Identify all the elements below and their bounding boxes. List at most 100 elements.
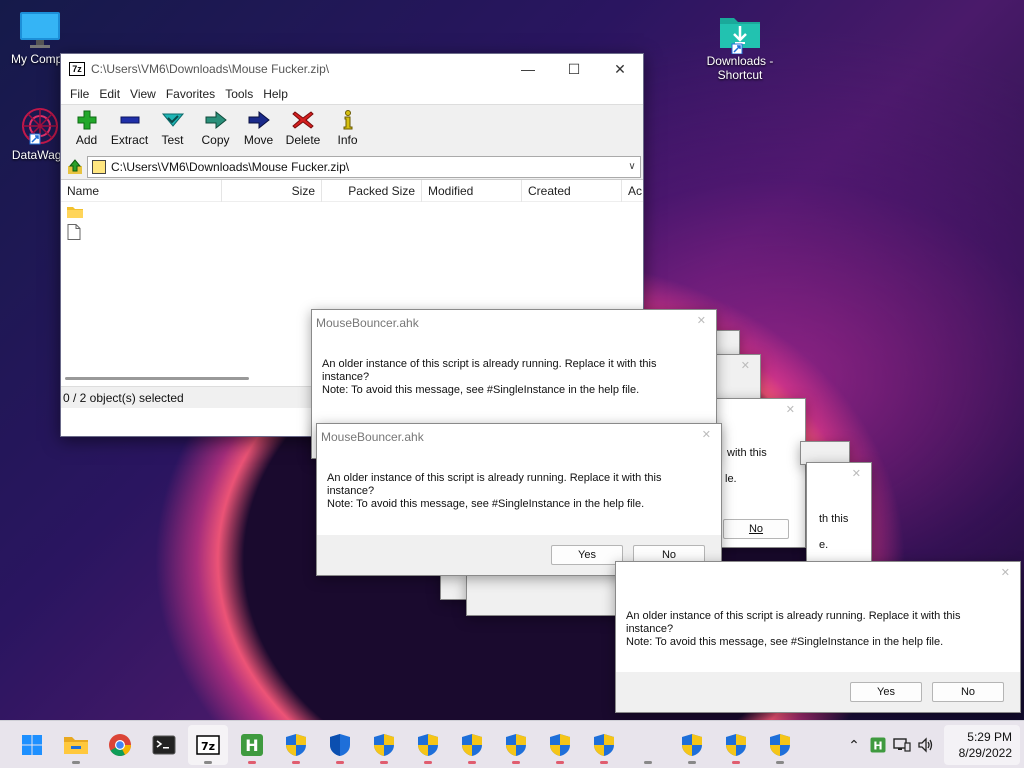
sevenzip-icon: 7z — [196, 734, 220, 755]
address-bar: C:\Users\VM6\Downloads\Mouse Fucker.zip\… — [61, 154, 643, 180]
desktop-icon-downloads-shortcut[interactable]: Downloads - Shortcut — [700, 12, 780, 82]
delete-icon — [292, 111, 314, 129]
close-icon[interactable]: ✕ — [1001, 566, 1010, 579]
svg-text:7z: 7z — [201, 740, 215, 753]
copy-button[interactable]: Copy — [194, 105, 237, 153]
column-modified[interactable]: Modified — [422, 179, 522, 202]
uac-shield-icon — [374, 733, 394, 756]
window-title: C:\Users\VM6\Downloads\Mouse Fucker.zip\ — [91, 62, 330, 76]
taskbar-uac-prompt[interactable] — [452, 725, 492, 765]
move-icon — [248, 110, 270, 130]
svg-text:H: H — [873, 740, 882, 753]
close-icon[interactable]: ✕ — [741, 359, 750, 372]
test-button[interactable]: Test — [151, 105, 194, 153]
taskbar-security-shield[interactable] — [320, 725, 360, 765]
desktop-icon-label: Downloads - Shortcut — [706, 54, 774, 82]
menu-file[interactable]: File — [65, 87, 94, 101]
taskbar-7zip[interactable]: 7z — [188, 724, 228, 765]
windows-logo-icon — [22, 734, 42, 755]
menu-help[interactable]: Help — [258, 87, 293, 101]
downloads-folder-icon — [718, 12, 762, 55]
dialog-footer: Yes No — [616, 672, 1020, 712]
autohotkey-icon: H — [241, 733, 263, 756]
extract-button[interactable]: Extract — [108, 105, 151, 153]
path-combobox[interactable]: C:\Users\VM6\Downloads\Mouse Fucker.zip\… — [87, 155, 641, 178]
clock-time: 5:29 PM — [967, 730, 1012, 744]
taskbar-uac-prompt[interactable] — [496, 725, 536, 765]
taskbar-uac-prompt[interactable] — [672, 725, 712, 765]
uac-shield-icon — [418, 733, 438, 756]
taskbar-autohotkey[interactable]: H — [232, 725, 272, 765]
taskbar-uac-prompt[interactable] — [760, 725, 800, 765]
close-button[interactable]: ✕ — [597, 54, 643, 84]
dialog-partial-text: with this — [727, 447, 767, 459]
column-accessed[interactable]: Ac — [622, 180, 643, 202]
defender-shield-icon — [330, 733, 350, 756]
taskbar-uac-prompt[interactable] — [716, 725, 756, 765]
delete-button[interactable]: Delete — [280, 105, 326, 153]
copy-icon — [205, 110, 227, 130]
uac-shield-icon — [770, 733, 790, 756]
uac-shield-icon — [726, 733, 746, 756]
dialog-title: MouseBouncer.ahk — [321, 430, 424, 444]
dialog-stack-layer: ✕ th this e. — [806, 462, 872, 562]
uac-shield-icon — [506, 733, 526, 756]
start-button[interactable] — [12, 725, 52, 765]
network-icon[interactable] — [890, 733, 914, 757]
taskbar-empty-slot[interactable] — [628, 725, 668, 765]
close-icon[interactable]: ✕ — [852, 467, 861, 480]
taskbar-uac-prompt[interactable] — [276, 725, 316, 765]
column-packed-size[interactable]: Packed Size — [322, 179, 422, 202]
taskbar-uac-prompt[interactable] — [408, 725, 448, 765]
status-text: 0 / 2 object(s) selected — [63, 390, 184, 405]
no-button[interactable]: No — [723, 519, 789, 539]
dialog-message: An older instance of this script is alre… — [626, 610, 961, 648]
menu-view[interactable]: View — [125, 87, 161, 101]
mousebouncer-dialog-3: ✕ An older instance of this script is al… — [615, 561, 1021, 713]
column-size[interactable]: Size — [222, 179, 322, 202]
autohotkey-icon: H — [870, 737, 886, 753]
add-icon — [77, 110, 96, 130]
taskbar-uac-prompt[interactable] — [364, 725, 404, 765]
menu-tools[interactable]: Tools — [220, 87, 258, 101]
chevron-up-icon[interactable]: ⌃ — [842, 733, 866, 757]
clock[interactable]: 5:29 PM 8/29/2022 — [944, 725, 1020, 765]
taskbar-terminal[interactable] — [144, 725, 184, 765]
yes-button[interactable]: Yes — [551, 545, 623, 565]
maximize-button[interactable]: ☐ — [551, 54, 597, 84]
move-button[interactable]: Move — [237, 105, 280, 153]
dialog-partial-text: le. — [725, 473, 737, 485]
close-icon[interactable]: ✕ — [697, 314, 706, 327]
horizontal-scrollbar[interactable] — [65, 377, 249, 380]
taskbar-uac-prompt[interactable] — [540, 725, 580, 765]
close-icon[interactable]: ✕ — [786, 403, 795, 416]
yes-button[interactable]: Yes — [850, 682, 922, 702]
tray-autohotkey[interactable]: H — [866, 733, 890, 757]
menu-edit[interactable]: Edit — [94, 87, 125, 101]
up-folder-button[interactable] — [63, 156, 87, 178]
taskbar-file-explorer[interactable] — [56, 725, 96, 765]
folder-icon — [67, 207, 83, 218]
terminal-icon — [152, 735, 176, 754]
add-button[interactable]: Add — [65, 105, 108, 153]
column-name[interactable]: Name — [61, 179, 222, 202]
minimize-button[interactable]: — — [505, 54, 551, 84]
menu-favorites[interactable]: Favorites — [161, 87, 220, 101]
chevron-down-icon[interactable]: ∨ — [624, 161, 640, 172]
info-button[interactable]: Info — [326, 105, 369, 153]
close-icon[interactable]: ✕ — [702, 428, 711, 441]
no-button[interactable]: No — [932, 682, 1004, 702]
list-item[interactable] — [61, 222, 643, 242]
taskbar-uac-prompt[interactable] — [584, 725, 624, 765]
dialog-partial-text: th this — [819, 513, 849, 525]
mousebouncer-dialog-2: MouseBouncer.ahk ✕ An older instance of … — [316, 423, 722, 576]
window-titlebar[interactable]: 7z C:\Users\VM6\Downloads\Mouse Fucker.z… — [61, 54, 643, 84]
taskbar-chrome[interactable] — [100, 725, 140, 765]
column-created[interactable]: Created — [522, 179, 622, 202]
dialog-message: An older instance of this script is alre… — [322, 358, 657, 396]
volume-icon[interactable] — [914, 733, 938, 757]
zip-icon — [92, 159, 106, 174]
toolbar: Add Extract Test Copy Move Delete Info — [61, 104, 643, 154]
datawagon-icon — [18, 106, 62, 146]
list-item[interactable] — [61, 202, 643, 222]
